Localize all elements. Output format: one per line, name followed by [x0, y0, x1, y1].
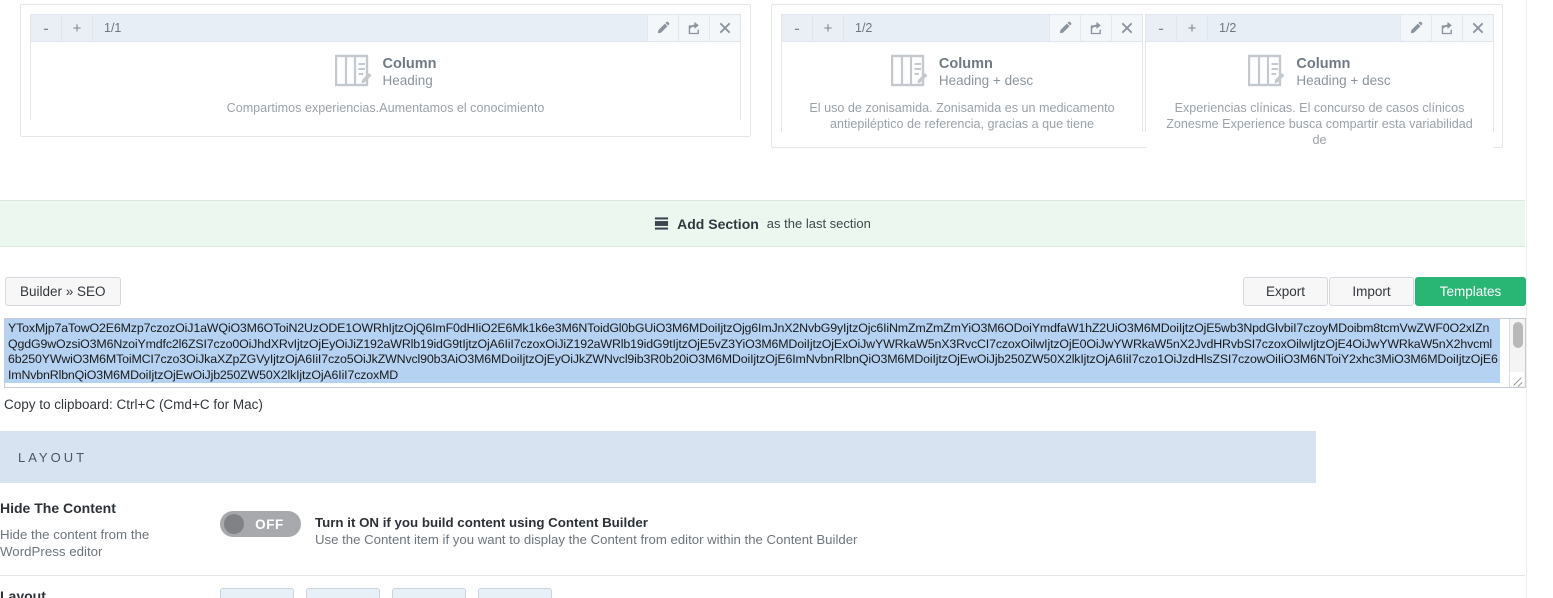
increase-width-button[interactable]: + — [1177, 15, 1208, 41]
column-item-title: Column — [1296, 55, 1351, 72]
layout-option-button[interactable] — [220, 588, 294, 598]
layout-section-header: LAYOUT — [0, 431, 1316, 483]
column-item-description: Experiencias clínicas. El concurso de ca… — [1166, 101, 1473, 148]
export-button[interactable]: Export — [1243, 277, 1328, 306]
column-item-subtitle: Heading + desc — [1296, 73, 1391, 89]
add-section-button[interactable]: Add Section as the last section — [0, 200, 1525, 247]
increase-width-button[interactable]: + — [813, 15, 844, 41]
column-item-title: Column — [382, 55, 437, 72]
column-actions — [647, 15, 740, 41]
pencil-icon[interactable] — [647, 15, 678, 41]
decrease-width-button[interactable]: - — [31, 15, 62, 41]
column-icon — [1248, 54, 1286, 91]
column-actions — [1049, 15, 1142, 41]
column-icon — [334, 54, 373, 91]
column-body: Column Heading + desc El uso de zonisami… — [782, 42, 1142, 143]
builder-column[interactable]: - + 1/2 — [781, 14, 1143, 143]
close-icon[interactable] — [1462, 15, 1493, 41]
pencil-icon[interactable] — [1400, 15, 1431, 41]
builder-section[interactable]: - + 1/1 Column Heading Compartimos exper… — [20, 4, 751, 137]
hide-content-label-block: Hide The Content Hide the content from t… — [0, 500, 200, 560]
export-icon[interactable] — [678, 15, 709, 41]
column-body: Column Heading Compartimos experiencias.… — [31, 42, 740, 127]
field-divider — [0, 575, 1525, 576]
column-item-meta: Column Heading + desc — [1296, 56, 1390, 89]
page-root: - + 1/1 Column Heading Compartimos exper… — [0, 0, 1553, 598]
layout-section-title: LAYOUT — [18, 449, 88, 465]
increase-width-button[interactable]: + — [62, 15, 93, 41]
close-icon[interactable] — [709, 15, 740, 41]
pencil-icon[interactable] — [1049, 15, 1080, 41]
export-code-value[interactable]: YToxMjp7aTowO2E6Mzp7czozOiJ1aWQiO3M6OToi… — [5, 319, 1500, 384]
column-item-description: El uso de zonisamida. Zonisamida es un m… — [809, 101, 1115, 132]
layout-option-button[interactable] — [306, 588, 380, 598]
layout-field-row: Layout — [0, 588, 1525, 598]
column-width-label: 1/2 — [1208, 15, 1400, 41]
column-item-header: Column Heading — [39, 54, 732, 91]
column-item-description: Compartimos experiencias.Aumentamos el c… — [226, 101, 545, 115]
content-builder-area: - + 1/1 Column Heading Compartimos exper… — [0, 0, 1553, 178]
hide-content-field-row: Hide The Content Hide the content from t… — [0, 496, 1525, 570]
toggle-state-label: OFF — [255, 516, 284, 532]
add-section-icon — [654, 216, 669, 231]
column-item-meta: Column Heading + desc — [939, 56, 1033, 89]
export-icon[interactable] — [1431, 15, 1462, 41]
hide-content-description-strong: Turn it ON if you build content using Co… — [315, 515, 648, 530]
page-right-gutter — [1526, 0, 1553, 598]
add-section-label: Add Section — [677, 215, 759, 232]
builder-column[interactable]: - + 1/2 — [1145, 14, 1494, 159]
export-code-textarea[interactable]: YToxMjp7aTowO2E6Mzp7czozOiJ1aWQiO3M6OToi… — [4, 318, 1526, 388]
toggle-knob — [224, 514, 244, 534]
column-actions — [1400, 15, 1493, 41]
decrease-width-button[interactable]: - — [782, 15, 813, 41]
column-toolbar: - + 1/2 — [1146, 15, 1493, 42]
layout-field-title: Layout — [0, 588, 46, 598]
hide-content-help: Hide the content from the WordPress edit… — [0, 527, 150, 560]
export-icon[interactable] — [1080, 15, 1111, 41]
column-width-label: 1/1 — [93, 15, 647, 41]
column-body: Column Heading + desc Experiencias clíni… — [1146, 42, 1493, 159]
column-toolbar: - + 1/1 — [31, 15, 740, 42]
textarea-scrollbar-thumb[interactable] — [1513, 322, 1523, 348]
layout-option-buttons — [220, 588, 552, 598]
column-icon — [890, 54, 929, 91]
builder-toolbar: Builder » SEO Export Import Templates — [0, 277, 1553, 307]
layout-option-button[interactable] — [392, 588, 466, 598]
decrease-width-button[interactable]: - — [1146, 15, 1177, 41]
column-item-subtitle: Heading + desc — [938, 73, 1034, 89]
import-button[interactable]: Import — [1329, 277, 1414, 306]
builder-seo-button[interactable]: Builder » SEO — [5, 277, 121, 306]
add-section-sublabel: as the last section — [766, 216, 871, 231]
copy-to-clipboard-note: Copy to clipboard: Ctrl+C (Cmd+C for Mac… — [4, 397, 263, 412]
templates-button[interactable]: Templates — [1415, 277, 1526, 306]
column-item-header: Column Heading + desc — [790, 54, 1134, 91]
column-item-meta: Column Heading — [383, 56, 437, 89]
column-item-subtitle: Heading — [382, 73, 433, 89]
hide-content-toggle[interactable]: OFF — [220, 511, 301, 537]
builder-column[interactable]: - + 1/1 Column Heading Compartimos exper… — [30, 14, 741, 127]
hide-content-title: Hide The Content — [0, 500, 116, 516]
close-icon[interactable] — [1111, 15, 1142, 41]
layout-option-button[interactable] — [478, 588, 552, 598]
column-item-header: Column Heading + desc — [1154, 54, 1485, 91]
column-width-label: 1/2 — [844, 15, 1049, 41]
column-toolbar: - + 1/2 — [782, 15, 1142, 42]
textarea-resize-handle[interactable] — [1510, 372, 1524, 386]
builder-section[interactable]: - + 1/2 Column Heading + desc El uso de … — [771, 4, 1503, 159]
hide-content-description: Turn it ON if you build content using Co… — [315, 515, 857, 547]
hide-content-description-light: Use the Content item if you want to disp… — [315, 532, 858, 547]
column-item-title: Column — [938, 55, 993, 72]
